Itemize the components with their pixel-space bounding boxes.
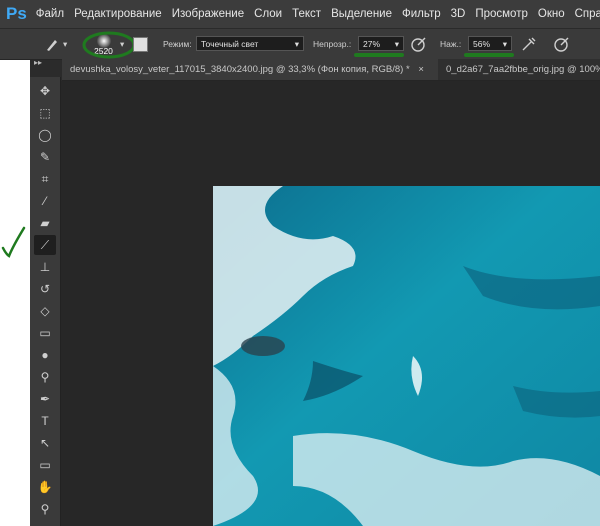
lasso-tool-icon[interactable]: ◯	[34, 125, 56, 145]
eyedropper-tool-icon[interactable]: ⁄	[34, 191, 56, 211]
menu-select[interactable]: Выделение	[331, 8, 392, 20]
type-tool-icon[interactable]: T	[34, 411, 56, 431]
pressure-size-icon[interactable]	[553, 35, 571, 53]
flow-value: 56%	[473, 39, 491, 49]
flow-dropdown-icon: ▾	[502, 39, 507, 49]
clone-stamp-tool-icon[interactable]: ⊥	[34, 257, 56, 277]
menu-edit[interactable]: Редактирование	[74, 8, 162, 20]
menu-image[interactable]: Изображение	[172, 8, 244, 20]
pen-tool-icon[interactable]: ✒	[34, 389, 56, 409]
menu-bar: Ps Файл Редактирование Изображение Слои …	[0, 0, 600, 28]
brush-panel-toggle-icon[interactable]	[133, 37, 148, 52]
quick-select-tool-icon[interactable]: ✎	[34, 147, 56, 167]
opacity-dropdown-icon: ▾	[394, 39, 399, 49]
rectangle-tool-icon[interactable]: ▭	[34, 455, 56, 475]
brush-size-dropdown-icon[interactable]: ▾	[120, 39, 124, 50]
menu-view[interactable]: Просмотр	[475, 8, 528, 20]
photoshop-logo-icon: Ps	[6, 4, 27, 23]
flow-input[interactable]: 56% ▾	[468, 36, 512, 51]
opacity-label: Непрозр.:	[313, 39, 352, 49]
tab-title: devushka_volosy_veter_117015_3840x2400.j…	[70, 64, 410, 75]
brush-tool-icon[interactable]: ⟋	[34, 235, 56, 255]
opacity-input[interactable]: 27% ▾	[358, 36, 404, 51]
mode-dropdown-icon: ▾	[294, 39, 299, 49]
mode-value: Точечный свет	[201, 39, 259, 49]
canvas-area[interactable]	[61, 81, 600, 526]
menu-window[interactable]: Окно	[538, 8, 565, 20]
history-brush-tool-icon[interactable]: ↺	[34, 279, 56, 299]
document-tab-bar: devushka_volosy_veter_117015_3840x2400.j…	[62, 59, 600, 81]
move-tool-icon[interactable]: ✥	[34, 81, 56, 101]
airbrush-icon[interactable]	[520, 35, 538, 53]
zoom-tool-icon[interactable]: ⚲	[34, 499, 56, 519]
opacity-underline-annotation	[354, 53, 404, 57]
tab-document-1[interactable]: devushka_volosy_veter_117015_3840x2400.j…	[62, 59, 438, 80]
blur-tool-icon[interactable]: ●	[34, 345, 56, 365]
mode-select[interactable]: Точечный свет ▾	[196, 36, 304, 51]
brush-size-circle-annotation	[82, 31, 136, 59]
brush-preset-dropdown-icon[interactable]: ▾	[63, 39, 67, 50]
menu-layers[interactable]: Слои	[254, 8, 282, 20]
dodge-tool-icon[interactable]: ⚲	[34, 367, 56, 387]
path-select-tool-icon[interactable]: ↖	[34, 433, 56, 453]
close-tab-icon[interactable]: ×	[418, 64, 424, 75]
options-bar: ▾ 2520 ▾ Режим: Точечный свет ▾ Непрозр.…	[0, 28, 600, 60]
marquee-tool-icon[interactable]: ⬚	[34, 103, 56, 123]
tab-document-2[interactable]: 0_d2a67_7aa2fbbe_orig.jpg @ 100%	[438, 59, 600, 80]
menu-filter[interactable]: Фильтр	[402, 8, 441, 20]
brush-preset-icon[interactable]	[44, 36, 60, 52]
crop-tool-icon[interactable]: ⌗	[34, 169, 56, 189]
hand-tool-icon[interactable]: ✋	[34, 477, 56, 497]
menu-type[interactable]: Текст	[292, 8, 321, 20]
eraser-tool-icon[interactable]: ◇	[34, 301, 56, 321]
menu-file[interactable]: Файл	[36, 8, 64, 20]
menu-help[interactable]: Справка	[575, 8, 600, 20]
panel-collapse-toggle-icon[interactable]: ▸▸	[34, 58, 42, 67]
toolbox: ▸▸ ✥ ⬚ ◯ ✎ ⌗ ⁄ ▰ ⟋ ⊥ ↺ ◇ ▭ ● ⚲ ✒ T ↖ ▭ ✋ ⚲	[30, 58, 61, 526]
ocean-image	[213, 186, 600, 526]
menu-3d[interactable]: 3D	[451, 8, 466, 20]
opacity-value: 27%	[363, 39, 381, 49]
checkmark-annotation	[1, 226, 26, 258]
mode-label: Режим:	[163, 39, 192, 49]
pressure-opacity-icon[interactable]	[410, 35, 428, 53]
tab-title: 0_d2a67_7aa2fbbe_orig.jpg @ 100%	[446, 64, 600, 75]
flow-underline-annotation	[464, 53, 514, 57]
gradient-tool-icon[interactable]: ▭	[34, 323, 56, 343]
flow-label: Наж.:	[440, 39, 462, 49]
left-white-panel	[0, 58, 30, 526]
healing-brush-tool-icon[interactable]: ▰	[34, 213, 56, 233]
